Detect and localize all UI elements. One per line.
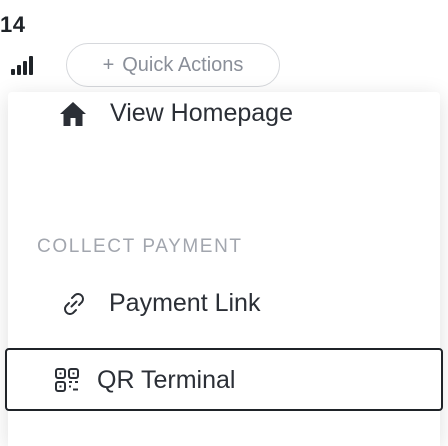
plus-icon: + xyxy=(102,53,115,76)
section-heading-collect-payment: COLLECT PAYMENT xyxy=(37,236,243,257)
menu-item-label: QR Terminal xyxy=(97,366,236,394)
quick-actions-label: Quick Actions xyxy=(122,53,244,76)
menu-item-label: View Homepage xyxy=(110,99,293,127)
menu-item-view-homepage[interactable]: View Homepage xyxy=(0,86,448,142)
qr-code-icon xyxy=(54,367,80,393)
menu-item-qr-terminal[interactable]: QR Terminal xyxy=(5,348,443,411)
status-bar-time: 14 xyxy=(0,12,26,37)
home-icon xyxy=(59,100,87,128)
quick-actions-button[interactable]: + Quick Actions xyxy=(66,43,280,87)
link-icon xyxy=(60,290,88,318)
menu-item-payment-link[interactable]: Payment Link xyxy=(0,276,448,332)
menu-item-label: Payment Link xyxy=(109,289,261,317)
cellular-signal-icon xyxy=(11,56,33,75)
